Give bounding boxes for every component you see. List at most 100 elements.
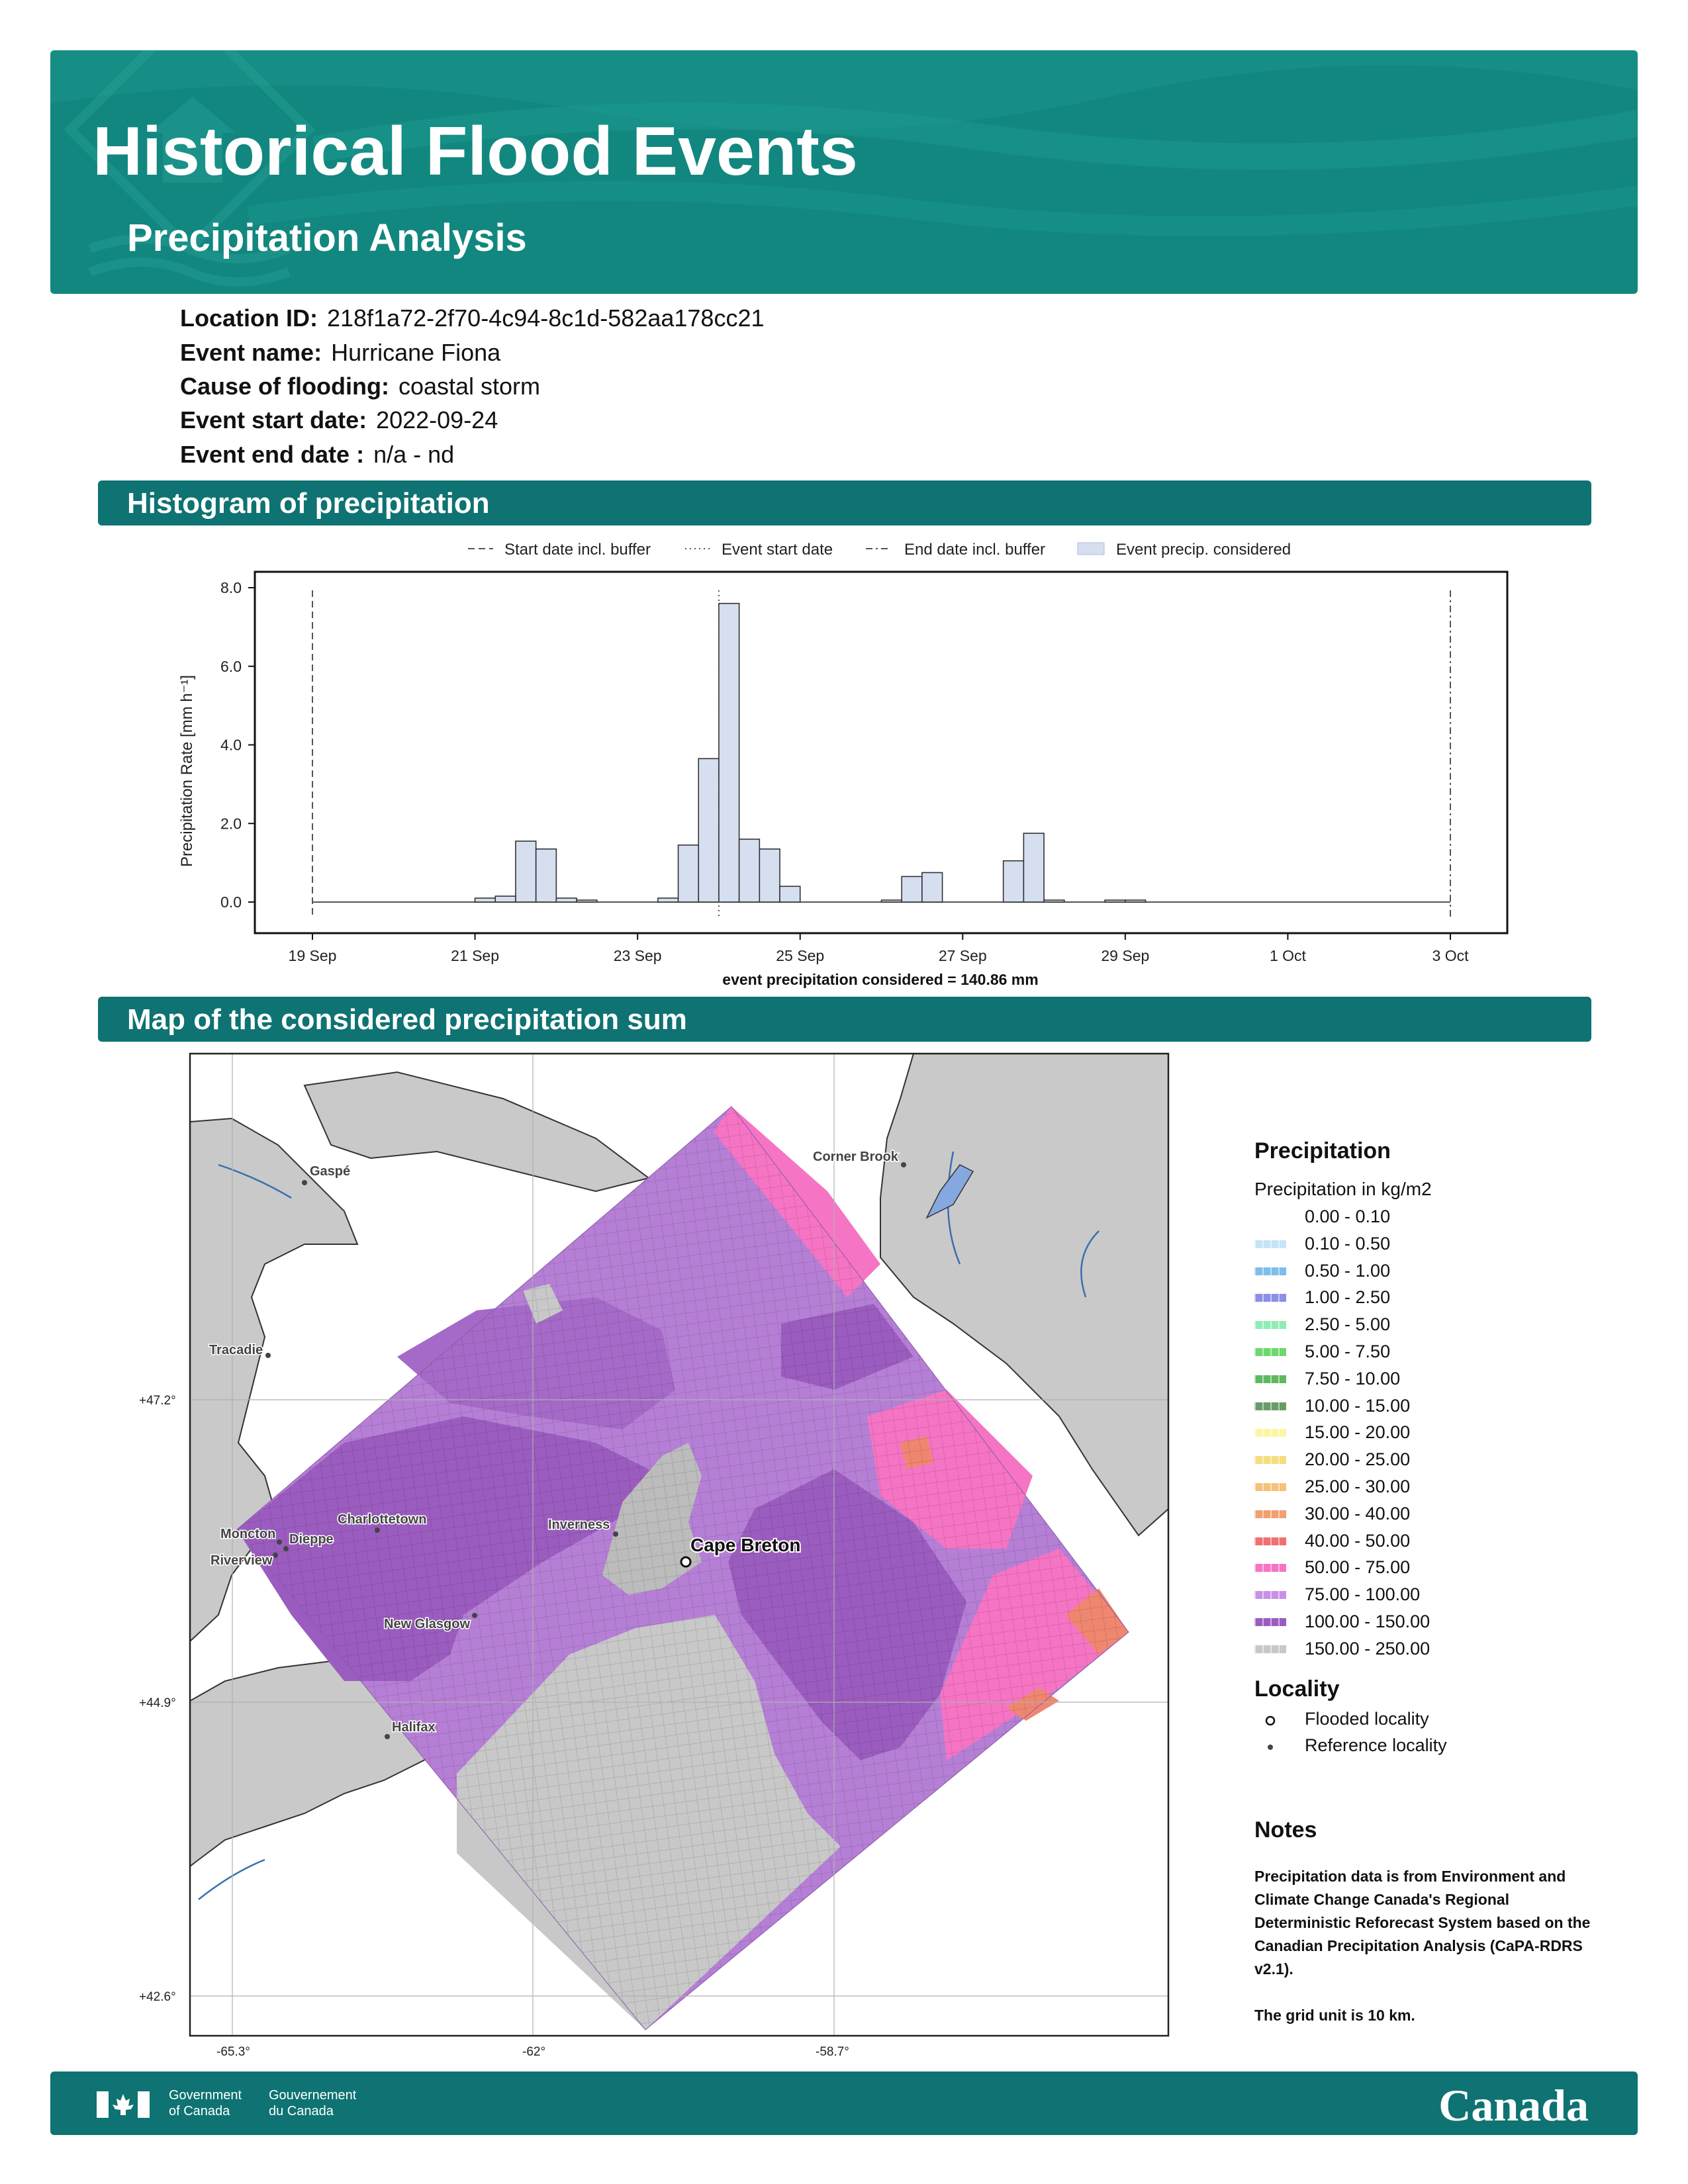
y-tick-label: 8.0 <box>220 579 242 596</box>
notes-body: Precipitation data is from Environment a… <box>1254 1865 1602 2027</box>
legend-bin-label: 0.50 - 1.00 <box>1305 1260 1391 1281</box>
legend-bin-label: 5.00 - 7.50 <box>1305 1341 1391 1361</box>
legend-bin-row: 1.00 - 2.50 <box>1254 1285 1625 1312</box>
info-value: coastal storm <box>398 373 541 400</box>
histogram-bar <box>1104 899 1126 903</box>
legend-subtitle: Precipitation in kg/m2 <box>1254 1179 1432 1199</box>
info-location-id: Location ID: 218f1a72-2f70-4c94-8c1d-582a… <box>180 304 765 332</box>
legend-label: Reference locality <box>1305 1735 1447 1755</box>
histogram-chart: Start date incl. buffer Event start date… <box>178 541 1509 988</box>
place-label-riverview: Riverview <box>211 1553 273 1568</box>
gov-wordmark-fr: Gouvernement du Canada <box>269 2087 356 2119</box>
histogram-bar <box>921 872 943 903</box>
legend-bins: 0.00 - 0.10 0.10 - 0.50 0.50 - 1.00 1.00 - … <box>1254 1204 1625 1663</box>
legend-swatch-event-precip <box>1077 542 1105 555</box>
legend-title: Precipitation <box>1254 1138 1391 1163</box>
flooded-locality-icon <box>1265 1715 1276 1725</box>
legend-bin-label: 1.00 - 2.50 <box>1305 1287 1391 1308</box>
info-cause-of-flooding: Cause of flooding: coastal storm <box>180 373 540 400</box>
reference-locality-icon <box>1268 1744 1273 1750</box>
section-header-histogram: Histogram of precipitation <box>98 480 1591 525</box>
notes-title: Notes <box>1254 1817 1317 1843</box>
histogram-bar <box>759 848 780 903</box>
chart-legend: Start date incl. buffer Event start date… <box>468 541 1291 559</box>
page-subtitle: Precipitation Analysis <box>127 216 527 259</box>
section-title: Map of the considered precipitation sum <box>127 1003 687 1036</box>
histogram-bar <box>880 899 902 903</box>
gov-text: du Canada <box>269 2104 334 2118</box>
legend-bin-label: 15.00 - 20.00 <box>1305 1422 1411 1443</box>
map-legend: Precipitation Precipitation in kg/m2 0.0… <box>1254 1138 1625 1760</box>
precipitation-map: Gaspé Corner Brook Tracadie Charlottetow… <box>139 1052 1170 2059</box>
legend-bin-row: 20.00 - 25.00 <box>1254 1447 1625 1474</box>
legend-bin-swatch <box>1254 1456 1286 1465</box>
histogram-bar <box>718 602 740 903</box>
flooded-locality-marker <box>680 1556 692 1568</box>
legend-bin-row: 5.00 - 7.50 <box>1254 1339 1625 1366</box>
lon-label: -58.7° <box>816 2045 849 2059</box>
info-label: Location ID: <box>180 304 318 332</box>
x-tick-label: 27 Sep <box>939 947 987 964</box>
place-label-cape-breton: Cape Breton <box>690 1535 800 1555</box>
x-tick-label: 25 Sep <box>776 947 824 964</box>
place-label-tracadie: Tracadie <box>209 1343 263 1357</box>
legend-bin-label: 30.00 - 40.00 <box>1305 1503 1411 1524</box>
histogram-bar <box>1043 899 1065 903</box>
reference-locality-marker <box>472 1613 477 1618</box>
legend-bin-swatch <box>1254 1375 1286 1383</box>
legend-bin-swatch <box>1254 1213 1286 1221</box>
reference-locality-marker <box>901 1162 906 1167</box>
lon-label: -62° <box>522 2045 545 2059</box>
legend-label: Start date incl. buffer <box>504 541 651 559</box>
chart-caption: event precipitation considered = 140.86 … <box>722 971 1038 988</box>
info-value: Hurricane Fiona <box>331 339 501 366</box>
histogram-bar <box>555 897 577 903</box>
info-label: Event name: <box>180 339 322 366</box>
histogram-bar <box>657 897 679 903</box>
gov-text: of Canada <box>169 2104 230 2118</box>
info-label: Event start date: <box>180 406 367 433</box>
legend-bin-label: 2.50 - 5.00 <box>1305 1314 1391 1335</box>
histogram-bar <box>1002 860 1025 903</box>
legend-bin-row: 50.00 - 75.00 <box>1254 1555 1625 1582</box>
legend-bin-label: 20.00 - 25.00 <box>1305 1449 1411 1470</box>
legend-bin-label: 0.00 - 0.10 <box>1305 1206 1391 1226</box>
legend-bin-row: 150.00 - 250.00 <box>1254 1636 1625 1663</box>
legend-bin-swatch <box>1254 1347 1286 1356</box>
legend-bin-label: 25.00 - 30.00 <box>1305 1476 1411 1496</box>
place-label-new-glasgow: New Glasgow <box>384 1617 470 1631</box>
histogram-bar <box>474 897 496 903</box>
notes-text: The grid unit is 10 km. <box>1254 2007 1415 2024</box>
histogram-bar <box>576 899 598 903</box>
y-axis-title: Precipitation Rate [mm h⁻¹] <box>178 675 196 867</box>
legend-bin-row: 40.00 - 50.00 <box>1254 1528 1625 1555</box>
legend-bin-swatch <box>1254 1482 1286 1491</box>
histogram-bar <box>1023 833 1045 903</box>
legend-bin-row: 75.00 - 100.00 <box>1254 1582 1625 1609</box>
lat-label: +44.9° <box>139 1696 176 1710</box>
info-event-start-date: Event start date: 2022-09-24 <box>180 406 498 434</box>
histogram-bar <box>515 841 537 903</box>
y-tick-label: 4.0 <box>220 737 242 754</box>
place-label-inverness: Inverness <box>548 1518 610 1532</box>
y-tick-label: 2.0 <box>220 815 242 832</box>
place-label-corner-brook: Corner Brook <box>813 1150 899 1164</box>
footer-bar: Government of Canada Gouvernement du Can… <box>50 2071 1638 2135</box>
legend-bin-row: 30.00 - 40.00 <box>1254 1501 1625 1528</box>
info-value: 218f1a72-2f70-4c94-8c1d-582aa178cc21 <box>326 304 765 332</box>
x-tick-label: 19 Sep <box>289 947 337 964</box>
histogram-bar <box>738 839 761 903</box>
y-tick-label: 6.0 <box>220 658 242 675</box>
legend-bin-row: 10.00 - 15.00 <box>1254 1393 1625 1420</box>
info-event-end-date: Event end date : n/a - nd <box>180 441 454 469</box>
legend-bin-row: 2.50 - 5.00 <box>1254 1312 1625 1339</box>
x-tick-label: 1 Oct <box>1270 947 1307 964</box>
legend-bin-row: 7.50 - 10.00 <box>1254 1366 1625 1393</box>
legend-bin-row: 0.50 - 1.00 <box>1254 1258 1625 1285</box>
section-title: Histogram of precipitation <box>127 487 490 520</box>
legend-bin-label: 10.00 - 15.00 <box>1305 1395 1411 1416</box>
legend-bin-swatch <box>1254 1564 1286 1572</box>
histogram-bar <box>677 844 700 903</box>
legend-bin-swatch <box>1254 1645 1286 1653</box>
reference-locality-marker <box>385 1734 390 1739</box>
